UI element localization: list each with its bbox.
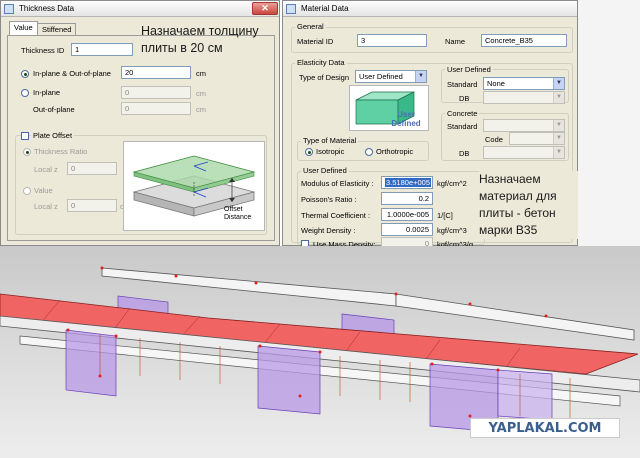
- background-strip: [578, 0, 640, 246]
- concrete-db-label: DB: [459, 149, 470, 158]
- elasticity-title: Elasticity Data: [295, 58, 347, 67]
- material-image-caption: User Defined: [391, 110, 421, 128]
- material-data-window: Material Data General Material ID 3 Name…: [282, 0, 579, 250]
- chevron-down-icon: ▼: [553, 78, 564, 89]
- concrete-standard-select[interactable]: ▼: [483, 119, 565, 132]
- outplane-unit: cm: [196, 105, 206, 114]
- close-icon[interactable]: ✕: [252, 2, 278, 15]
- value-label: Value: [34, 186, 53, 195]
- weight-field[interactable]: 0.0025: [381, 223, 433, 236]
- user-defined-title: User Defined: [445, 65, 493, 74]
- modulus-field[interactable]: 3.5180e+005: [381, 176, 433, 189]
- name-label: Name: [445, 37, 466, 46]
- watermark: YAPLAKAL.COM: [470, 418, 620, 438]
- offset-diagram: Offset Distance: [123, 141, 265, 231]
- thickness-title-bar: Thickness Data ✕: [1, 1, 279, 17]
- chevron-down-icon: ▼: [553, 147, 564, 158]
- orthotropic-label: Orthotropic: [376, 147, 414, 156]
- poisson-field[interactable]: 0.2: [381, 192, 433, 205]
- thickness-id-field[interactable]: 1: [71, 43, 133, 56]
- inplane-label: In-plane: [33, 88, 61, 97]
- thermal-field[interactable]: 1.0000e-005: [381, 208, 433, 221]
- modulus-value: 3.5180e+005: [385, 178, 432, 187]
- material-annotation: Назначаем материал для плиты - бетон мар…: [479, 171, 579, 239]
- type-of-design-select[interactable]: User Defined ▼: [355, 70, 427, 83]
- material-image: User Defined: [349, 85, 429, 131]
- material-id-field[interactable]: 3: [357, 34, 427, 47]
- chevron-down-icon: ▼: [553, 133, 564, 144]
- material-window-title: Material Data: [301, 4, 349, 13]
- inplane-unit: cm: [196, 89, 206, 98]
- local-z-value-label: Local z: [34, 202, 58, 211]
- plate-offset-checkbox[interactable]: [21, 132, 29, 140]
- local-z-ratio-label: Local z: [34, 165, 58, 174]
- isotropic-label: Isotropic: [316, 147, 345, 156]
- inplane-outplane-label: In-plane & Out-of-plane: [33, 69, 111, 78]
- modulus-label: Modulus of Elasticity :: [301, 179, 374, 188]
- code-label: Code: [485, 135, 503, 144]
- type-of-design-label: Type of Design: [299, 73, 350, 82]
- orthotropic-radio[interactable]: [365, 148, 373, 156]
- concrete-standard-label: Standard: [447, 122, 478, 131]
- plate-offset-label: Plate Offset: [31, 131, 75, 140]
- name-field[interactable]: Concrete_B35: [481, 34, 567, 47]
- standard-select[interactable]: None ▼: [483, 77, 565, 90]
- concrete-db-select[interactable]: ▼: [483, 146, 565, 159]
- standard-value: None: [487, 79, 505, 88]
- thickness-ratio-radio[interactable]: [23, 148, 31, 156]
- standard-label: Standard: [447, 80, 478, 89]
- poisson-label: Poisson's Ratio :: [301, 195, 357, 204]
- thickness-window-title: Thickness Data: [19, 4, 75, 13]
- thermal-label: Thermal Coefficient :: [301, 211, 371, 220]
- thickness-data-window: Thickness Data ✕ Value Stiffened Thickne…: [0, 0, 280, 246]
- concrete-title: Concrete: [445, 109, 480, 118]
- local-z-ratio-field[interactable]: 0: [67, 162, 117, 175]
- type-of-material-title: Type of Material: [301, 136, 359, 145]
- chevron-down-icon: ▼: [553, 92, 564, 103]
- outplane-label: Out-of-plane: [33, 105, 75, 114]
- app-icon: [4, 4, 14, 14]
- inplane-outplane-field[interactable]: 20: [121, 66, 191, 79]
- inplane-field[interactable]: 0: [121, 86, 191, 99]
- model-view: YAPLAKAL.COM: [0, 246, 640, 458]
- chevron-down-icon: ▼: [415, 71, 426, 82]
- material-title-bar: Material Data: [283, 1, 577, 17]
- code-select[interactable]: ▼: [509, 132, 565, 145]
- props-title: User Defined: [301, 166, 349, 175]
- outplane-field[interactable]: 0: [121, 102, 191, 115]
- inplane-outplane-radio[interactable]: [21, 70, 29, 78]
- chevron-down-icon: ▼: [553, 120, 564, 131]
- isotropic-radio[interactable]: [305, 148, 313, 156]
- type-of-design-value: User Defined: [359, 72, 403, 81]
- value-radio[interactable]: [23, 187, 31, 195]
- inplane-outplane-unit: cm: [196, 69, 206, 78]
- inplane-radio[interactable]: [21, 89, 29, 97]
- modulus-unit: kgf/cm^2: [437, 179, 467, 188]
- tab-value[interactable]: Value: [9, 21, 38, 36]
- thickness-ratio-label: Thickness Ratio: [34, 147, 88, 156]
- db-select[interactable]: ▼: [483, 91, 565, 104]
- app-icon: [286, 4, 296, 14]
- thickness-annotation: Назначаем толщину плиты в 20 см: [141, 24, 259, 55]
- weight-unit: kgf/cm^3: [437, 226, 467, 235]
- local-z-value-field[interactable]: 0: [67, 199, 117, 212]
- thermal-unit: 1/[C]: [437, 211, 453, 220]
- weight-label: Weight Density :: [301, 226, 356, 235]
- general-title: General: [295, 22, 326, 31]
- thickness-id-label: Thickness ID: [21, 46, 65, 55]
- material-id-label: Material ID: [297, 37, 334, 46]
- db-label: DB: [459, 94, 470, 103]
- offset-distance-label: Offset Distance: [224, 206, 252, 221]
